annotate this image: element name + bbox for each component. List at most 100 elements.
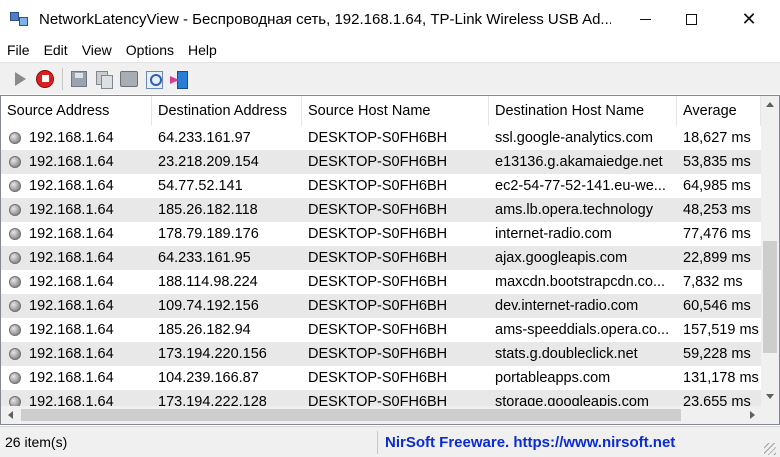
vertical-scrollbar[interactable]: [761, 96, 779, 406]
table-row[interactable]: 192.168.1.64 64.233.161.97 DESKTOP-S0FH6BH…: [1, 126, 761, 150]
source-host-cell: DESKTOP-S0FH6BH: [308, 178, 448, 194]
list-rows: 192.168.1.64 64.233.161.97 DESKTOP-S0FH6BH…: [1, 126, 761, 406]
menu-view[interactable]: View: [75, 38, 119, 62]
source-address-cell: 192.168.1.64: [1, 150, 152, 174]
average-cell: 53,835 ms: [683, 154, 751, 170]
source-address-cell: 192.168.1.64: [1, 126, 152, 150]
destination-host-cell: internet-radio.com: [495, 226, 612, 242]
source-address-cell: 192.168.1.64: [1, 174, 152, 198]
toolbar: [0, 62, 780, 94]
destination-host-cell: ec2-54-77-52-141.eu-we...: [495, 178, 666, 194]
source-host-cell: DESKTOP-S0FH6BH: [308, 154, 448, 170]
network-app-icon: [10, 10, 30, 28]
source-host-cell: DESKTOP-S0FH6BH: [308, 322, 448, 338]
status-dot-icon: [9, 132, 21, 144]
save-button[interactable]: [67, 67, 91, 91]
source-address-cell: 192.168.1.64: [1, 318, 152, 342]
copy-button[interactable]: [92, 67, 116, 91]
source-address-text: 192.168.1.64: [29, 154, 114, 170]
source-host-cell: DESKTOP-S0FH6BH: [308, 394, 448, 406]
scroll-up-button[interactable]: [761, 96, 779, 113]
table-row[interactable]: 192.168.1.64 109.74.192.156 DESKTOP-S0FH6B…: [1, 294, 761, 318]
destination-host-cell: stats.g.doubleclick.net: [495, 346, 638, 362]
status-dot-icon: [9, 252, 21, 264]
status-bar: 26 item(s) NirSoft Freeware. https://www…: [0, 426, 780, 457]
menu-edit[interactable]: Edit: [37, 38, 75, 62]
exit-button[interactable]: [167, 67, 191, 91]
copy-icon: [96, 70, 113, 89]
menu-options[interactable]: Options: [119, 38, 181, 62]
table-row[interactable]: 192.168.1.64 23.218.209.154 DESKTOP-S0FH6B…: [1, 150, 761, 174]
column-source-host-name[interactable]: Source Host Name: [302, 96, 489, 126]
source-address-cell: 192.168.1.64: [1, 366, 152, 390]
average-cell: 7,832 ms: [683, 274, 743, 290]
table-row[interactable]: 192.168.1.64 104.239.166.87 DESKTOP-S0FH6B…: [1, 366, 761, 390]
destination-host-cell: dev.internet-radio.com: [495, 298, 639, 314]
find-button[interactable]: [142, 67, 166, 91]
status-divider: [377, 431, 378, 454]
horizontal-scrollbar[interactable]: [1, 406, 761, 424]
source-address-text: 192.168.1.64: [29, 130, 114, 146]
status-dot-icon: [9, 156, 21, 168]
status-dot-icon: [9, 276, 21, 288]
source-address-text: 192.168.1.64: [29, 178, 114, 194]
list-header: Source Address Destination Address Sourc…: [1, 96, 761, 126]
latency-list[interactable]: Source Address Destination Address Sourc…: [0, 95, 780, 425]
average-cell: 59,228 ms: [683, 346, 751, 362]
column-destination-address[interactable]: Destination Address: [152, 96, 302, 126]
column-destination-host-name[interactable]: Destination Host Name: [489, 96, 677, 126]
status-dot-icon: [9, 372, 21, 384]
average-cell: 131,178 ms: [683, 370, 759, 386]
source-address-cell: 192.168.1.64: [1, 222, 152, 246]
table-row[interactable]: 192.168.1.64 185.26.182.94 DESKTOP-S0FH6BH…: [1, 318, 761, 342]
destination-address-cell: 178.79.189.176: [158, 226, 259, 242]
properties-button[interactable]: [117, 67, 141, 91]
resize-grip-icon[interactable]: [764, 443, 776, 455]
title-bar[interactable]: NetworkLatencyView - Беспроводная сеть, …: [0, 0, 780, 38]
table-row[interactable]: 192.168.1.64 188.114.98.224 DESKTOP-S0FH6B…: [1, 270, 761, 294]
toolbar-separator: [62, 67, 63, 90]
close-icon: ✕: [741, 8, 757, 29]
destination-host-cell: ams.lb.opera.technology: [495, 202, 653, 218]
column-average[interactable]: Average: [677, 96, 761, 126]
scroll-down-button[interactable]: [761, 388, 779, 405]
table-row[interactable]: 192.168.1.64 54.77.52.141 DESKTOP-S0FH6BH e…: [1, 174, 761, 198]
horizontal-scroll-thumb[interactable]: [21, 409, 681, 421]
start-button[interactable]: [8, 67, 32, 91]
menu-file[interactable]: File: [0, 38, 37, 62]
column-source-address[interactable]: Source Address: [1, 96, 152, 126]
source-address-cell: 192.168.1.64: [1, 270, 152, 294]
destination-host-cell: portableapps.com: [495, 370, 611, 386]
vertical-scroll-thumb[interactable]: [763, 241, 777, 353]
status-dot-icon: [9, 324, 21, 336]
scroll-left-button[interactable]: [1, 406, 19, 424]
window-title: NetworkLatencyView - Беспроводная сеть, …: [39, 10, 611, 28]
table-row[interactable]: 192.168.1.64 173.194.220.156 DESKTOP-S0FH6…: [1, 342, 761, 366]
source-host-cell: DESKTOP-S0FH6BH: [308, 298, 448, 314]
scroll-right-button[interactable]: [743, 406, 761, 424]
source-address-cell: 192.168.1.64: [1, 294, 152, 318]
average-cell: 23,655 ms: [683, 394, 751, 406]
destination-address-cell: 109.74.192.156: [158, 298, 259, 314]
arrow-left-icon: [7, 411, 13, 419]
source-address-text: 192.168.1.64: [29, 322, 114, 338]
find-icon: [145, 70, 163, 89]
exit-icon: [170, 70, 188, 89]
source-address-text: 192.168.1.64: [29, 298, 114, 314]
table-row[interactable]: 192.168.1.64 64.233.161.95 DESKTOP-S0FH6BH…: [1, 246, 761, 270]
stop-button[interactable]: [33, 67, 57, 91]
maximize-button[interactable]: [664, 0, 718, 38]
source-address-text: 192.168.1.64: [29, 274, 114, 290]
table-row[interactable]: 192.168.1.64 173.194.222.128 DESKTOP-S0FH6…: [1, 390, 761, 406]
source-host-cell: DESKTOP-S0FH6BH: [308, 226, 448, 242]
nirsoft-link[interactable]: NirSoft Freeware. https://www.nirsoft.ne…: [385, 427, 675, 457]
menu-help[interactable]: Help: [181, 38, 224, 62]
table-row[interactable]: 192.168.1.64 178.79.189.176 DESKTOP-S0FH6B…: [1, 222, 761, 246]
close-button[interactable]: ✕: [722, 0, 776, 38]
arrow-down-icon: [766, 394, 774, 399]
menu-bar: File Edit View Options Help: [0, 38, 780, 62]
status-dot-icon: [9, 228, 21, 240]
destination-address-cell: 104.239.166.87: [158, 370, 259, 386]
table-row[interactable]: 192.168.1.64 185.26.182.118 DESKTOP-S0FH6B…: [1, 198, 761, 222]
source-host-cell: DESKTOP-S0FH6BH: [308, 370, 448, 386]
